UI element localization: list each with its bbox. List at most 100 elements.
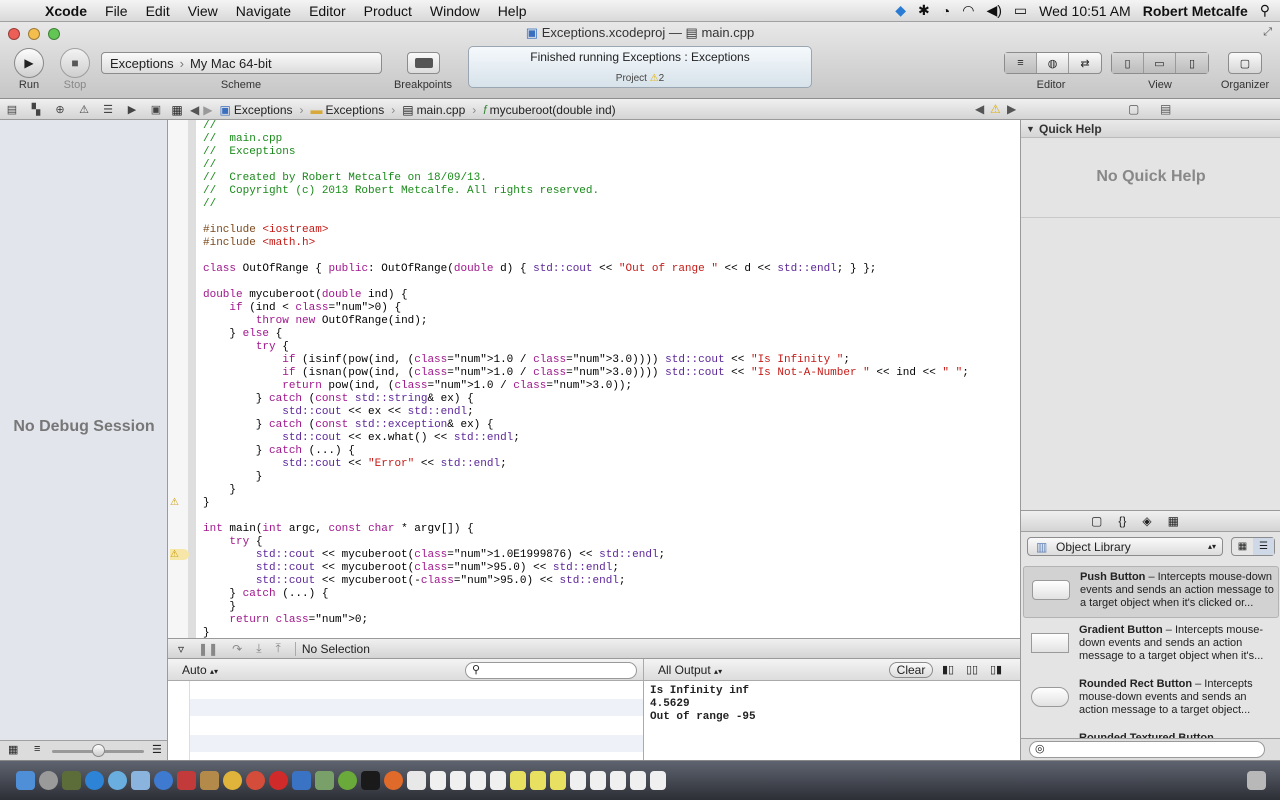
document-icon[interactable] [470, 771, 486, 790]
project-navigator-icon[interactable]: ▤ [0, 103, 24, 116]
warning-icon[interactable]: ⚠ [170, 549, 189, 560]
variables-scope-select[interactable]: Auto ▴▾ [182, 663, 218, 677]
menu-view[interactable]: View [179, 3, 227, 19]
forward-arrow-icon[interactable]: ▶ [203, 103, 212, 117]
quick-help-inspector-icon[interactable]: ▤ [1160, 102, 1171, 116]
variables-view[interactable] [190, 681, 643, 760]
clock[interactable]: Wed 10:51 AM [1039, 3, 1131, 19]
mail-icon[interactable] [131, 771, 150, 790]
code-line[interactable]: } else { [203, 328, 969, 341]
quick-help-header[interactable]: ▼ Quick Help [1021, 120, 1280, 138]
code-line[interactable]: #include <math.h> [203, 237, 969, 250]
code-line[interactable]: if (isnan(pow(ind, (class="num">1.0 / cl… [203, 367, 969, 380]
file-template-library-icon[interactable]: ▢ [1091, 514, 1102, 528]
clear-console-button[interactable]: Clear [889, 662, 933, 678]
full-stack-icon[interactable]: ☰ [152, 743, 162, 756]
menu-navigate[interactable]: Navigate [227, 3, 300, 19]
spotlight-search-icon[interactable]: ⚲ [1260, 2, 1270, 19]
issue-navigator-icon[interactable]: ⚠ [72, 103, 96, 116]
code-line[interactable]: // [203, 159, 969, 172]
document-icon[interactable] [550, 771, 566, 790]
code-line[interactable]: if (isinf(pow(ind, (class="num">1.0 / cl… [203, 354, 969, 367]
breakpoints-toggle[interactable] [407, 52, 440, 74]
code-line[interactable]: try { [203, 536, 969, 549]
library-item-rounded-rect-button[interactable]: Rounded Rect Button – Intercepts mouse-d… [1023, 674, 1279, 726]
code-line[interactable]: // Copyright (c) 2013 Robert Metcalfe. A… [203, 185, 969, 198]
menu-file[interactable]: File [96, 3, 137, 19]
trash-icon[interactable] [1247, 771, 1266, 790]
focus-ribbon[interactable] [188, 120, 196, 638]
safari-icon[interactable] [108, 771, 127, 790]
menu-help[interactable]: Help [489, 3, 536, 19]
step-over-icon[interactable]: ↷ [232, 642, 242, 656]
menu-product[interactable]: Product [355, 3, 421, 19]
bluetooth-icon[interactable]: ✱ [918, 2, 930, 19]
code-text[interactable]: //// main.cpp// Exceptions//// Created b… [203, 120, 969, 640]
code-line[interactable]: if (ind < class="num">0) { [203, 302, 969, 315]
library-select[interactable]: ▥ Object Library ▴▾ [1027, 537, 1223, 556]
console-output[interactable]: Is Infinity inf 4.5629 Out of range -95 [643, 681, 1020, 760]
stop-button[interactable]: ■ [60, 48, 90, 78]
breadcrumb-symbol[interactable]: f mycuberoot(double ind) [480, 103, 618, 117]
code-line[interactable]: try { [203, 341, 969, 354]
menu-editor[interactable]: Editor [300, 3, 355, 19]
code-line[interactable]: // Created by Robert Metcalfe on 18/09/1… [203, 172, 969, 185]
code-line[interactable]: } catch (...) { [203, 445, 969, 458]
document-icon[interactable] [610, 771, 626, 790]
icon-view-icon[interactable]: ▦ [1232, 538, 1253, 555]
code-line[interactable]: } [203, 601, 969, 614]
hide-debug-area-icon[interactable]: ▿ [178, 642, 184, 656]
volume-icon[interactable]: ◀) [986, 2, 1001, 19]
stack-compression-icon[interactable]: ≡ [34, 743, 40, 755]
slider-knob[interactable] [92, 744, 105, 757]
code-line[interactable]: std::cout << mycuberoot(-class="num">95.… [203, 575, 969, 588]
code-line[interactable]: class OutOfRange { public: OutOfRange(do… [203, 263, 969, 276]
object-library-icon[interactable]: ◈ [1142, 514, 1151, 528]
system-preferences-icon[interactable] [39, 771, 58, 790]
library-item-push-button[interactable]: Push Button – Intercepts mouse-down even… [1023, 566, 1279, 618]
code-line[interactable]: } [203, 471, 969, 484]
code-line[interactable]: std::cout << mycuberoot(class="num">1.0E… [203, 549, 969, 562]
code-line[interactable]: throw new OutOfRange(ind); [203, 315, 969, 328]
breadcrumb-group[interactable]: ▬ Exceptions [308, 103, 388, 117]
utilities-toggle-icon[interactable]: ▯ [1176, 53, 1208, 73]
time-machine-icon[interactable]: ◔ [942, 3, 950, 19]
breadcrumb-project[interactable]: ▣ Exceptions [216, 103, 295, 117]
list-view-icon[interactable]: ☰ [1253, 538, 1274, 555]
file-inspector-icon[interactable]: ▢ [1128, 102, 1139, 116]
user-menu[interactable]: Robert Metcalfe [1143, 3, 1248, 19]
assistant-editor-icon[interactable]: ◍ [1037, 53, 1069, 73]
log-navigator-icon[interactable]: ▣ [144, 103, 168, 116]
code-line[interactable]: return class="num">0; [203, 614, 969, 627]
finder-icon[interactable] [16, 771, 35, 790]
document-icon[interactable] [430, 771, 446, 790]
pause-icon[interactable]: ❚❚ [198, 642, 218, 656]
code-line[interactable]: int main(int argc, const char * argv[]) … [203, 523, 969, 536]
code-line[interactable]: double mycuberoot(double ind) { [203, 289, 969, 302]
code-line[interactable]: } catch (const std::exception& ex) { [203, 419, 969, 432]
document-icon[interactable] [530, 771, 546, 790]
code-line[interactable]: } catch (const std::string& ex) { [203, 393, 969, 406]
code-line[interactable]: std::cout << ex.what() << std::endl; [203, 432, 969, 445]
code-line[interactable]: // Exceptions [203, 146, 969, 159]
media-library-icon[interactable]: ▦ [1168, 514, 1179, 528]
code-line[interactable]: #include <iostream> [203, 224, 969, 237]
navigator-toggle-icon[interactable]: ▯ [1112, 53, 1144, 73]
activity-monitor-icon[interactable] [338, 771, 357, 790]
textedit-icon[interactable] [407, 771, 426, 790]
thread-filter-icon[interactable]: ▦ [8, 743, 18, 756]
chess-icon[interactable] [200, 771, 219, 790]
code-line[interactable] [203, 510, 969, 523]
source-editor[interactable]: ⚠ ⚠ //// main.cpp// Exceptions//// Creat… [168, 120, 1020, 640]
code-line[interactable] [203, 250, 969, 263]
photo-booth-icon[interactable] [177, 771, 196, 790]
activity-project[interactable]: Project ⚠2 [469, 73, 811, 84]
chrome-icon[interactable] [223, 771, 242, 790]
breadcrumb-file[interactable]: ▤ main.cpp [399, 103, 468, 117]
step-into-icon[interactable]: ⤓ [256, 641, 261, 656]
xcode-icon[interactable] [292, 771, 311, 790]
code-line[interactable]: return pow(ind, (class="num">1.0 / class… [203, 380, 969, 393]
document-icon[interactable] [650, 771, 666, 790]
related-files-icon[interactable]: ▦ [168, 103, 186, 117]
code-line[interactable]: // [203, 198, 969, 211]
